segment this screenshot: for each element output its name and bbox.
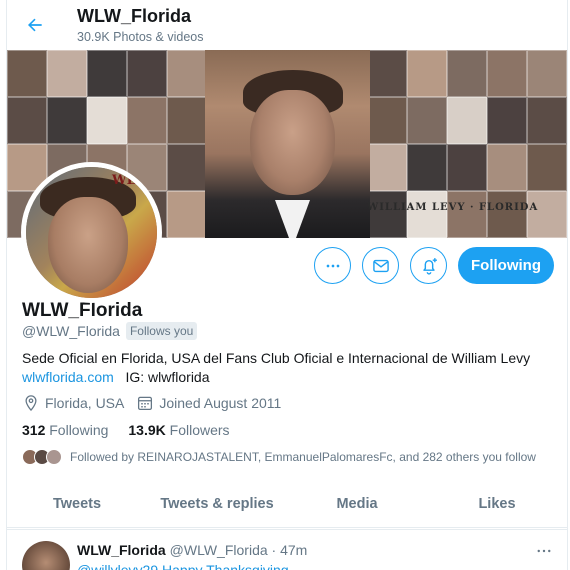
banner-collage-tile xyxy=(407,191,447,238)
banner-collage-tile xyxy=(367,97,407,144)
banner-collage-tile xyxy=(487,97,527,144)
profile-meta: Florida, USA Joined August 2011 xyxy=(22,394,281,412)
profile-tabs: Tweets Tweets & replies Media Likes xyxy=(7,480,567,528)
instagram-text: IG: wlwflorida xyxy=(125,369,210,385)
followers-number: 13.9K xyxy=(128,422,166,438)
bio-text: Sede Oficial en Florida, USA del Fans Cl… xyxy=(22,350,531,366)
location-text: Florida, USA xyxy=(45,395,125,411)
following-button[interactable]: Following xyxy=(458,247,554,284)
banner-collage-tile xyxy=(167,97,207,144)
tweet-avatar[interactable] xyxy=(22,541,70,570)
tab-tweets-replies[interactable]: Tweets & replies xyxy=(147,480,287,527)
tweet-more-button[interactable] xyxy=(535,542,553,565)
location: Florida, USA xyxy=(22,394,124,412)
banner-collage-tile xyxy=(487,144,527,191)
header-subtitle: 30.9K Photos & videos xyxy=(77,30,204,44)
banner-collage-tile xyxy=(167,50,207,97)
banner-collage-tile xyxy=(167,191,207,238)
follows-you-badge: Follows you xyxy=(125,322,198,340)
more-button[interactable] xyxy=(314,247,351,284)
tab-media[interactable]: Media xyxy=(287,480,427,527)
banner-collage-tile xyxy=(47,97,87,144)
banner-collage-tile xyxy=(527,97,567,144)
banner-collage-tile xyxy=(527,144,567,191)
banner-collage-tile xyxy=(527,50,567,97)
website-link[interactable]: wlwflorida.com xyxy=(22,369,114,385)
follow-counts: 312 Following 13.9K Followers xyxy=(22,422,230,438)
followed-by[interactable]: Followed by REINAROJASTALENT, EmmanuelPa… xyxy=(22,449,536,465)
mail-icon xyxy=(372,259,389,272)
banner-collage-tile xyxy=(447,144,487,191)
calendar-icon xyxy=(138,396,153,411)
tweet-author-name[interactable]: WLW_Florida xyxy=(77,542,166,558)
banner-collage-tile xyxy=(127,50,167,97)
following-number: 312 xyxy=(22,422,46,438)
banner-collage-tile xyxy=(367,50,407,97)
more-dots-icon xyxy=(326,264,339,267)
followed-by-text: Followed by REINAROJASTALENT, EmmanuelPa… xyxy=(70,450,536,464)
banner-collage-tile xyxy=(447,191,487,238)
banner-collage-tile xyxy=(407,97,447,144)
location-pin-icon xyxy=(25,395,37,412)
banner-collage-tile xyxy=(447,97,487,144)
profile-name: WLW_Florida xyxy=(22,300,143,321)
banner-collage-tile xyxy=(87,97,127,144)
followed-by-avatars xyxy=(22,449,62,465)
followers-count[interactable]: 13.9K Followers xyxy=(128,422,229,438)
back-button[interactable] xyxy=(21,11,49,39)
profile-bio: Sede Oficial en Florida, USA del Fans Cl… xyxy=(22,349,562,387)
bell-plus-icon xyxy=(422,257,437,275)
profile-avatar[interactable]: WLW xyxy=(21,162,162,303)
banner-collage-tile xyxy=(7,97,47,144)
tab-likes[interactable]: Likes xyxy=(427,480,567,527)
arrow-left-icon xyxy=(28,18,42,32)
tab-tweets[interactable]: Tweets xyxy=(7,480,147,527)
banner-collage-tile xyxy=(367,144,407,191)
top-bar: WLW_Florida 30.9K Photos & videos xyxy=(7,0,567,50)
banner-collage-tile xyxy=(407,50,447,97)
banner-collage-tile xyxy=(367,191,407,238)
mini-avatar xyxy=(46,449,62,465)
join-date: Joined August 2011 xyxy=(136,394,281,412)
banner-collage-tile xyxy=(127,97,167,144)
banner-collage-tile xyxy=(527,191,567,238)
join-date-text: Joined August 2011 xyxy=(159,395,282,411)
following-label: Following xyxy=(49,422,109,438)
tweet[interactable]: WLW_Florida @WLW_Florida · 47m @willylev… xyxy=(7,529,567,570)
banner-portrait xyxy=(205,50,370,238)
profile-actions: Following xyxy=(314,247,554,284)
banner-collage-tile xyxy=(487,50,527,97)
profile-handle-row: @WLW_Florida Follows you xyxy=(22,322,198,340)
more-dots-icon xyxy=(537,549,551,553)
banner-collage-tile xyxy=(87,50,127,97)
followers-label: Followers xyxy=(169,422,230,438)
header-title: WLW_Florida xyxy=(77,6,191,26)
profile-handle: @WLW_Florida xyxy=(22,323,120,339)
banner-collage-tile xyxy=(407,144,447,191)
profile-page: WLW_Florida 30.9K Photos & videos WILLIA… xyxy=(6,0,568,570)
notifications-button[interactable] xyxy=(410,247,447,284)
following-count[interactable]: 312 Following xyxy=(22,422,108,438)
banner-collage-tile xyxy=(47,50,87,97)
tweet-header: WLW_Florida @WLW_Florida · 47m xyxy=(77,542,307,558)
tweet-text: @willylevy29 Happy Thanksgiving xyxy=(77,562,289,570)
banner-collage-tile xyxy=(447,50,487,97)
banner-watermark: WILLIAM LEVY · FLORIDA xyxy=(367,202,539,213)
avatar-watermark: WLW xyxy=(112,173,150,188)
banner-collage-tile xyxy=(487,191,527,238)
banner-collage-tile xyxy=(167,144,207,191)
tweet-handle-time: @WLW_Florida · 47m xyxy=(169,542,308,558)
banner-collage-tile xyxy=(7,50,47,97)
message-button[interactable] xyxy=(362,247,399,284)
